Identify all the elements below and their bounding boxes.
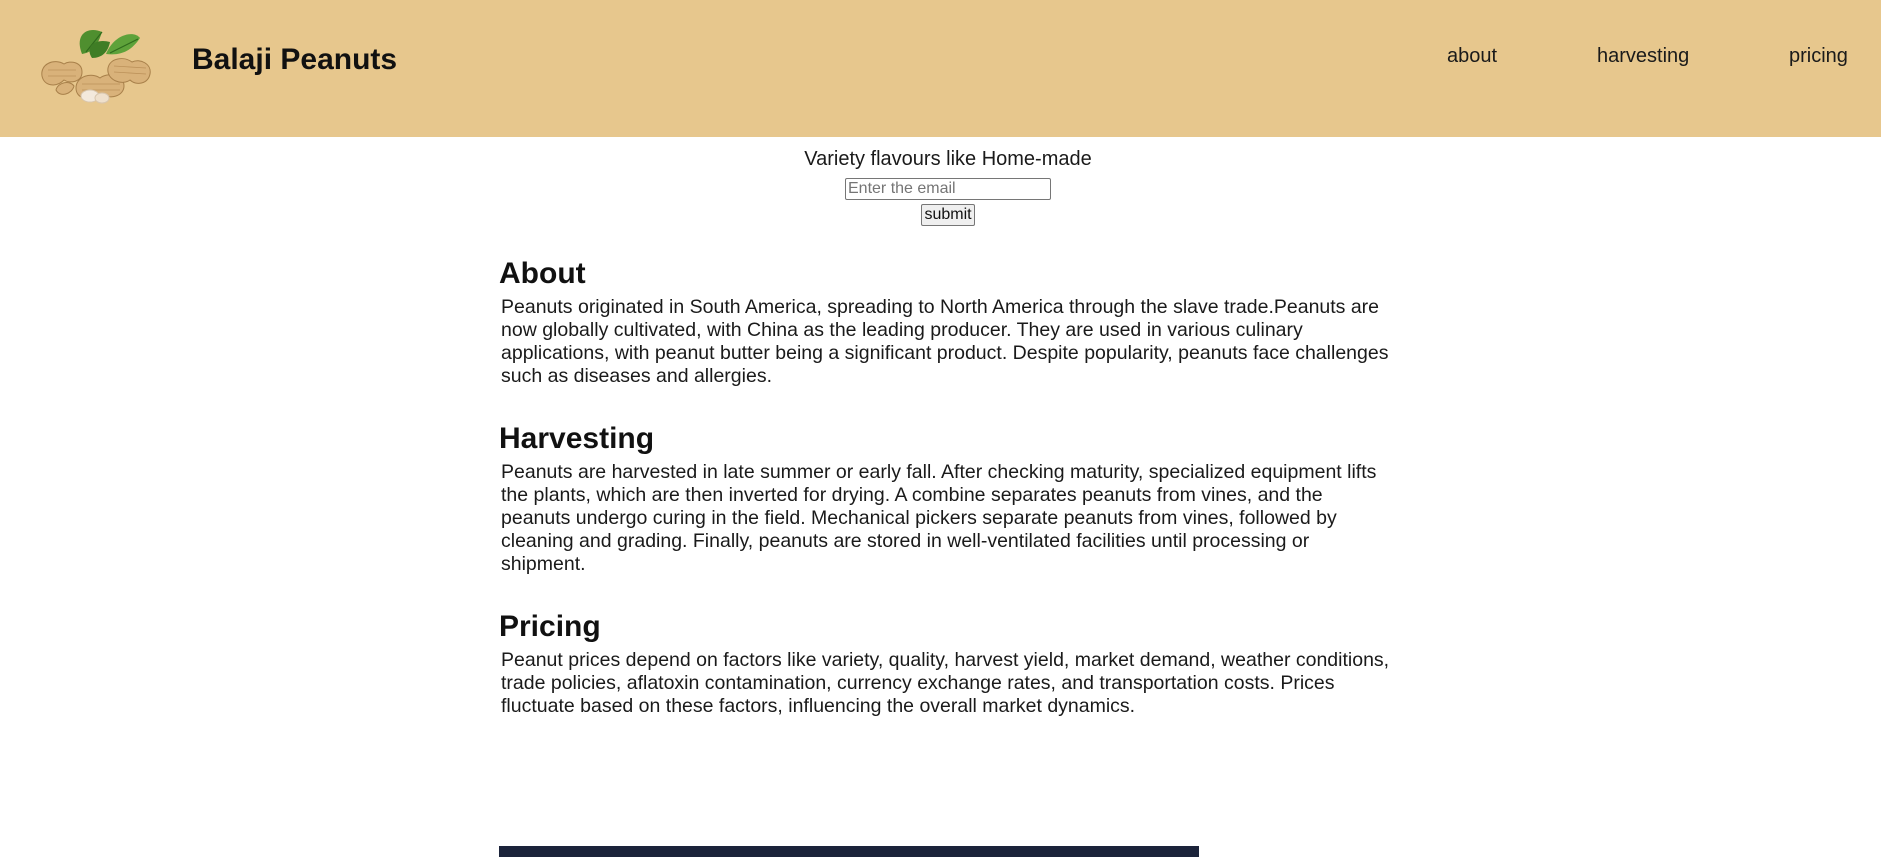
nav-link-pricing[interactable]: pricing: [1789, 45, 1848, 68]
footer-bar: [499, 846, 1199, 857]
section-body-pricing: Peanut prices depend on factors like var…: [501, 649, 1390, 717]
section-about: About Peanuts originated in South Americ…: [499, 256, 1391, 388]
section-body-about: Peanuts originated in South America, spr…: [501, 296, 1389, 387]
brand-title: Balaji Peanuts: [192, 43, 398, 76]
section-body-harvesting: Peanuts are harvested in late summer or …: [501, 461, 1377, 575]
section-title-about: About: [499, 257, 586, 290]
section-title-harvesting: Harvesting: [499, 422, 655, 455]
section-pricing: Pricing Peanut prices depend on factors …: [499, 609, 1391, 718]
nav-link-harvesting[interactable]: harvesting: [1597, 45, 1689, 68]
hero-tagline: Variety flavours like Home-made: [804, 148, 1092, 170]
site-header: Balaji Peanuts about harvesting pricing: [0, 0, 1881, 137]
submit-button[interactable]: submit: [921, 204, 975, 226]
peanuts-logo-icon: [36, 24, 154, 104]
nav-link-about[interactable]: about: [1447, 45, 1497, 68]
email-input[interactable]: [845, 178, 1051, 200]
section-harvesting: Harvesting Peanuts are harvested in late…: [499, 421, 1391, 576]
section-title-pricing: Pricing: [499, 610, 601, 643]
